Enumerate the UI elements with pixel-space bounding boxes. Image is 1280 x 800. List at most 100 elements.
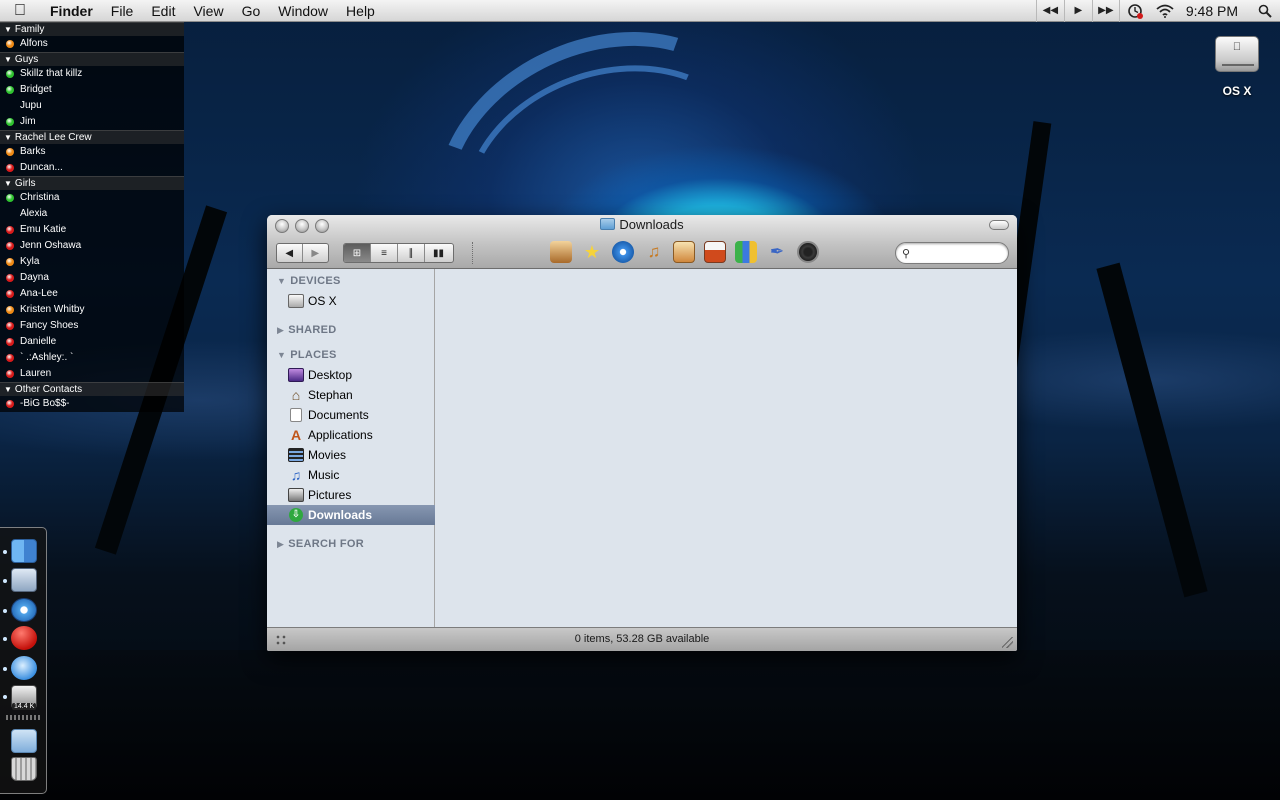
menu-clock[interactable]: 9:48 PM [1180,3,1250,19]
buddy-list-item[interactable]: ` .:Ashley:. ` [0,350,184,366]
rewind-icon[interactable]: ◀◀ [1035,0,1064,22]
buddy-group-header[interactable]: ▼ Rachel Lee Crew [0,130,184,144]
menu-go[interactable]: Go [233,0,270,22]
sidebar-item-stephan[interactable]: ⌂ Stephan [267,385,435,405]
sidebar-item-applications[interactable]: A Applications [267,425,435,445]
sidebar-item-documents[interactable]: Documents [267,405,435,425]
sidebar-item-desktop[interactable]: Desktop [267,365,435,385]
imovie-star-icon[interactable]: ★ [581,241,603,263]
sidebar-item-music[interactable]: ♫ Music [267,465,435,485]
sidebar-header-devices[interactable]: ▼ DEVICES [277,275,341,287]
buddy-list-item[interactable]: Lauren [0,366,184,382]
wifi-icon[interactable] [1150,4,1180,18]
buddy-group-header[interactable]: ▼ Other Contacts [0,382,184,396]
search-field[interactable]: ⚲ [895,242,1009,264]
sidebar-header-search[interactable]: ▶ SEARCH FOR [277,538,364,550]
photo-booth-icon[interactable] [797,241,819,263]
sidebar-item-pictures[interactable]: Pictures [267,485,435,505]
buddy-name: Duncan... [20,162,63,173]
list-view-button[interactable]: ≡ [371,244,398,262]
buddy-name: ` .:Ashley:. ` [20,352,74,363]
buddy-list-item[interactable]: -BiG Bo$$- [0,396,184,412]
menu-app-finder[interactable]: Finder [40,0,102,22]
menu-file[interactable]: File [102,0,143,22]
trash-icon[interactable] [11,757,37,781]
sidebar-header-places[interactable]: ▼ PLACES [277,349,337,361]
buddy-group-header[interactable]: ▼ Girls [0,176,184,190]
sidebar-item-movies[interactable]: Movies [267,445,435,465]
sidebar-item-downloads[interactable]: ⇩ Downloads [267,505,435,525]
desktop-drive-icon[interactable]:  OS X [1206,36,1268,98]
icon-view-button[interactable]: ⊞ [344,244,371,262]
idvd-icon[interactable] [612,241,634,263]
itunes-icon[interactable] [11,656,37,680]
buddy-name: Danielle [20,336,57,347]
drive-slot [1222,64,1254,66]
menu-help[interactable]: Help [337,0,384,22]
disclosure-triangle-icon[interactable]: ▼ [4,385,12,394]
disclosure-triangle-icon[interactable]: ▼ [4,55,12,64]
keynote-icon[interactable] [704,241,726,263]
safari-icon[interactable] [11,598,37,622]
red-ball-icon[interactable] [11,626,37,650]
status-dot-icon [6,338,14,346]
buddy-list-item[interactable]: Ana-Lee [0,286,184,302]
disclosure-triangle-icon[interactable]: ▼ [4,25,12,34]
buddy-list-item[interactable]: Dayna [0,270,184,286]
mail-icon[interactable] [11,568,37,592]
buddy-list-item[interactable]: Bridget [0,82,184,98]
disclosure-triangle-icon[interactable]: ▶ [277,325,284,335]
buddy-list-item[interactable]: Emu Katie [0,222,184,238]
buddy-group-label: Rachel Lee Crew [14,132,92,143]
finder-content-area[interactable] [436,269,1017,627]
toolbar-toggle-button[interactable] [989,220,1009,230]
buddy-name: Bridget [20,84,52,95]
buddy-list-item[interactable]: Duncan... [0,160,184,176]
sidebar-header-shared[interactable]: ▶ SHARED [277,324,336,336]
buddy-list-item[interactable]: Jenn Oshawa [0,238,184,254]
iphoto-icon[interactable] [550,241,572,263]
menu-view[interactable]: View [184,0,232,22]
iweb-icon[interactable] [673,241,695,263]
time-machine-icon[interactable] [1120,3,1150,19]
buddy-list-item[interactable]: Fancy Shoes [0,318,184,334]
window-titlebar[interactable]: Downloads ◀ ▶ ⊞ ≡ ∥ ▮▮ ★ ♫ ✒ ⚲ [267,215,1017,269]
buddy-list-item[interactable]: Jim [0,114,184,130]
buddy-list-item[interactable]: Skillz that killz [0,66,184,82]
buddy-list-item[interactable]: Barks [0,144,184,160]
buddy-group-header[interactable]: ▼ Family [0,22,184,36]
search-input[interactable] [916,245,1002,261]
window-resize-grip[interactable] [1002,637,1013,648]
menu-window[interactable]: Window [269,0,337,22]
disclosure-triangle-icon[interactable]: ▼ [277,350,286,360]
disclosure-triangle-icon[interactable]: ▼ [4,133,12,142]
buddy-list-item[interactable]: Christina [0,190,184,206]
apple-icon[interactable]:  [0,2,40,20]
cover-flow-button[interactable]: ▮▮ [425,244,452,262]
numbers-icon[interactable] [735,241,757,263]
garageband-icon[interactable]: ♫ [643,241,665,263]
buddy-list-item[interactable]: Alfons [0,36,184,52]
finder-icon[interactable] [11,539,37,563]
disclosure-triangle-icon[interactable]: ▶ [277,539,284,549]
buddy-list-item[interactable]: Kristen Whitby [0,302,184,318]
back-button[interactable]: ◀ [277,244,303,262]
column-view-button[interactable]: ∥ [398,244,425,262]
buddy-list-item[interactable]: Alexia [0,206,184,222]
disclosure-triangle-icon[interactable]: ▼ [277,276,286,286]
disclosure-triangle-icon[interactable]: ▼ [4,179,12,188]
fast-forward-icon[interactable]: ▶▶ [1091,0,1120,22]
spotlight-icon[interactable] [1250,4,1280,18]
forward-button[interactable]: ▶ [303,244,328,262]
documents-folder-icon[interactable] [11,729,37,753]
menu-edit[interactable]: Edit [142,0,184,22]
play-icon[interactable]: ▶ [1063,0,1092,22]
buddy-list-item[interactable]: Danielle [0,334,184,350]
pages-icon[interactable]: ✒ [766,241,788,263]
menu-bar:  Finder File Edit View Go Window Help ◀… [0,0,1280,22]
buddy-group-header[interactable]: ▼ Guys [0,52,184,66]
buddy-list-item[interactable]: Kyla [0,254,184,270]
buddy-list-item[interactable]: Jupu [0,98,184,114]
sidebar-item-os-x[interactable]: OS X [267,291,435,311]
apple-icon:  [1216,41,1258,53]
